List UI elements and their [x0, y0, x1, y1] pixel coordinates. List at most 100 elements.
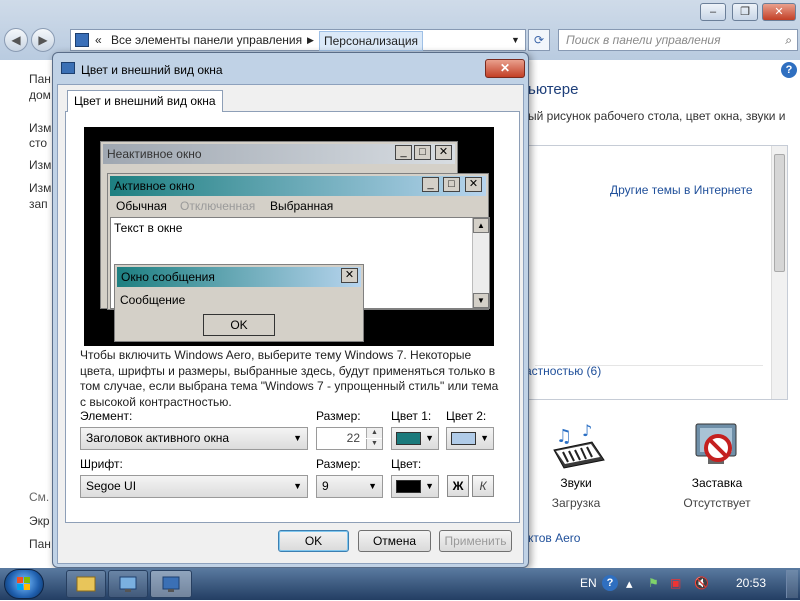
address-current[interactable]: Персонализация: [319, 31, 424, 51]
message-box-title: Окно сообщения: [117, 267, 361, 287]
font-color-picker[interactable]: ▼: [391, 475, 439, 498]
chevron-down-icon[interactable]: ▼: [425, 481, 434, 491]
sounds-value: Загрузка: [551, 496, 601, 510]
element-select[interactable]: Заголовок активного окна ▼: [80, 427, 308, 450]
chevron-down-icon[interactable]: ▼: [425, 433, 434, 443]
network-icon[interactable]: ▣: [670, 576, 681, 590]
size-label: Размер:: [316, 409, 361, 423]
maximize-button[interactable]: ❐: [732, 3, 758, 21]
ok-button[interactable]: OK: [278, 530, 349, 552]
volume-icon[interactable]: 🔇: [694, 576, 709, 590]
arrow-tray-icon[interactable]: ▴: [626, 576, 633, 592]
menu-selected: Выбранная: [270, 199, 334, 213]
chevron-down-icon[interactable]: ▼: [368, 476, 377, 497]
spin-up-icon[interactable]: ▲: [366, 428, 382, 438]
color2-label: Цвет 2:: [446, 409, 487, 423]
sounds-icon[interactable]: ♫ ♪: [548, 420, 608, 480]
page-description: ый рисунок рабочего стола, цвет окна, зв…: [528, 109, 786, 123]
menu-normal: Обычная: [116, 199, 167, 213]
search-placeholder: Поиск в панели управления: [566, 33, 721, 47]
dialog-title: Цвет и внешний вид окна: [81, 63, 223, 77]
chevron-down-icon[interactable]: ▼: [511, 30, 520, 50]
font-color-label: Цвет:: [391, 457, 422, 471]
font-value: Segoe UI: [86, 479, 137, 493]
tab-panel: Неактивное окно _ □ ✕ Активное окно _ □ …: [65, 111, 520, 523]
window-text: Текст в окне: [114, 221, 183, 235]
preview-close-icon: ✕: [341, 268, 358, 283]
high-contrast-themes[interactable]: астностью (6): [525, 364, 601, 378]
apply-button[interactable]: Применить: [439, 530, 512, 552]
size-value: 22: [346, 431, 360, 445]
message-text: Сообщение: [120, 293, 186, 307]
scroll-down-icon: ▼: [473, 293, 489, 308]
bold-button[interactable]: Ж: [447, 475, 469, 497]
preview-minimize-icon: _: [422, 177, 439, 192]
color2-picker[interactable]: ▼: [446, 427, 494, 450]
font-size-value: 9: [322, 479, 329, 493]
aero-link[interactable]: ктов Aero: [528, 531, 580, 545]
show-desktop-button[interactable]: [786, 570, 798, 598]
forward-button[interactable]: ▶: [31, 28, 55, 52]
themes-list: Другие темы в Интернете астностью (6): [524, 145, 788, 400]
tab-window-color[interactable]: Цвет и внешний вид окна: [67, 90, 223, 112]
font-color-swatch: [396, 480, 421, 493]
search-icon[interactable]: ⌕: [785, 30, 792, 50]
taskbar-control-panel[interactable]: [108, 570, 148, 598]
preview-message-box[interactable]: Окно сообщения ✕ Сообщение OK: [114, 264, 364, 342]
back-button[interactable]: ◀: [4, 28, 28, 52]
color1-swatch: [396, 432, 421, 445]
language-indicator[interactable]: EN: [580, 576, 597, 590]
svg-text:♫: ♫: [556, 426, 572, 447]
size-spinner[interactable]: 22 ▲ ▼: [316, 427, 383, 450]
scroll-thumb[interactable]: [774, 154, 785, 272]
address-path[interactable]: Все элементы панели управления: [111, 30, 302, 50]
aero-description: Чтобы включить Windows Aero, выберите те…: [80, 348, 499, 409]
clock[interactable]: 20:53: [736, 576, 766, 590]
left-pane: Пан дом Изм сто Изм Изм зап См. Экр Пан: [0, 60, 56, 568]
preview-close-icon: ✕: [465, 177, 482, 192]
start-button[interactable]: [4, 569, 44, 599]
refresh-icon[interactable]: ⟳: [528, 29, 550, 51]
font-size-select[interactable]: 9 ▼: [316, 475, 383, 498]
spin-down-icon[interactable]: ▼: [366, 439, 382, 449]
color1-picker[interactable]: ▼: [391, 427, 439, 450]
minimize-button[interactable]: –: [700, 3, 726, 21]
preview-ok-button: OK: [203, 314, 275, 336]
font-label: Шрифт:: [80, 457, 123, 471]
dialog-icon: [61, 62, 75, 74]
font-select[interactable]: Segoe UI ▼: [80, 475, 308, 498]
chevron-down-icon[interactable]: ▼: [480, 433, 489, 443]
action-center-icon[interactable]: ⚑: [648, 576, 659, 590]
online-themes-link[interactable]: Другие темы в Интернете: [610, 183, 753, 197]
sounds-label[interactable]: Звуки: [526, 476, 626, 490]
cancel-button[interactable]: Отмена: [358, 530, 431, 552]
scroll-up-icon: ▲: [473, 218, 489, 233]
close-button[interactable]: ✕: [762, 3, 796, 21]
screensaver-icon[interactable]: [688, 418, 748, 478]
taskbar-window-color[interactable]: [150, 570, 192, 598]
dialog-close-button[interactable]: ✕: [485, 59, 525, 78]
italic-button[interactable]: К: [472, 475, 494, 497]
appearance-preview[interactable]: Неактивное окно _ □ ✕ Активное окно _ □ …: [84, 127, 494, 346]
screensaver-value: Отсутствует: [683, 496, 751, 510]
screensaver-label[interactable]: Заставка: [667, 476, 767, 490]
taskbar-explorer[interactable]: [66, 570, 106, 598]
taskbar: EN ? ▴ ⚑ ▣ 🔇 20:53: [0, 568, 800, 600]
chevron-down-icon[interactable]: ▼: [293, 428, 302, 449]
preview-maximize-icon: □: [414, 145, 431, 160]
search-input[interactable]: Поиск в панели управления ⌕: [558, 29, 798, 51]
address-prefix[interactable]: «: [95, 30, 102, 50]
preview-minimize-icon: _: [395, 145, 412, 160]
element-label: Элемент:: [80, 409, 133, 423]
breadcrumb-arrow-icon[interactable]: ▶: [307, 30, 314, 50]
menu-disabled: Отключенная: [180, 199, 256, 213]
preview-scrollbar: ▲ ▼: [472, 218, 489, 308]
help-tray-icon[interactable]: ?: [602, 575, 618, 591]
preview-close-icon: ✕: [435, 145, 452, 160]
chevron-down-icon[interactable]: ▼: [293, 476, 302, 497]
scrollbar[interactable]: [771, 146, 787, 399]
help-icon[interactable]: ?: [781, 62, 797, 78]
address-bar[interactable]: « Все элементы панели управления ▶ Персо…: [70, 29, 526, 51]
control-panel-icon: [75, 33, 89, 47]
color2-swatch: [451, 432, 476, 445]
